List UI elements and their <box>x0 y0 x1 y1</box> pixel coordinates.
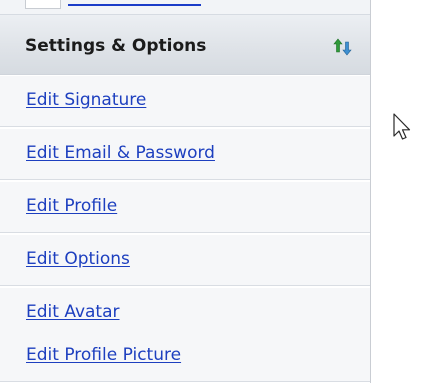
menu-item-edit-profile: Edit Profile <box>0 182 370 233</box>
collapse-arrows-icon[interactable] <box>332 36 354 58</box>
settings-options-title: Settings & Options <box>25 36 207 56</box>
menu-item-edit-signature: Edit Signature <box>0 76 370 127</box>
previous-section-edge <box>0 0 370 15</box>
menu-item-edit-email-password: Edit Email & Password <box>0 129 370 180</box>
previous-link-underline[interactable] <box>68 4 201 6</box>
menu-item-edit-profile-picture: Edit Profile Picture <box>0 331 370 382</box>
edit-profile-link[interactable]: Edit Profile <box>26 196 117 216</box>
edit-options-link[interactable]: Edit Options <box>26 249 130 269</box>
page-canvas: Settings & Options Edit Signature Edit E… <box>0 0 438 383</box>
edit-profile-picture-link[interactable]: Edit Profile Picture <box>26 345 181 365</box>
edit-avatar-link[interactable]: Edit Avatar <box>26 302 120 322</box>
edit-email-password-link[interactable]: Edit Email & Password <box>26 143 215 163</box>
mouse-cursor-icon <box>393 113 411 140</box>
settings-options-header: Settings & Options <box>0 15 370 75</box>
previous-section-box <box>25 0 61 9</box>
settings-sidebar: Settings & Options Edit Signature Edit E… <box>0 0 371 383</box>
edit-signature-link[interactable]: Edit Signature <box>26 90 146 110</box>
menu-item-edit-options: Edit Options <box>0 235 370 286</box>
